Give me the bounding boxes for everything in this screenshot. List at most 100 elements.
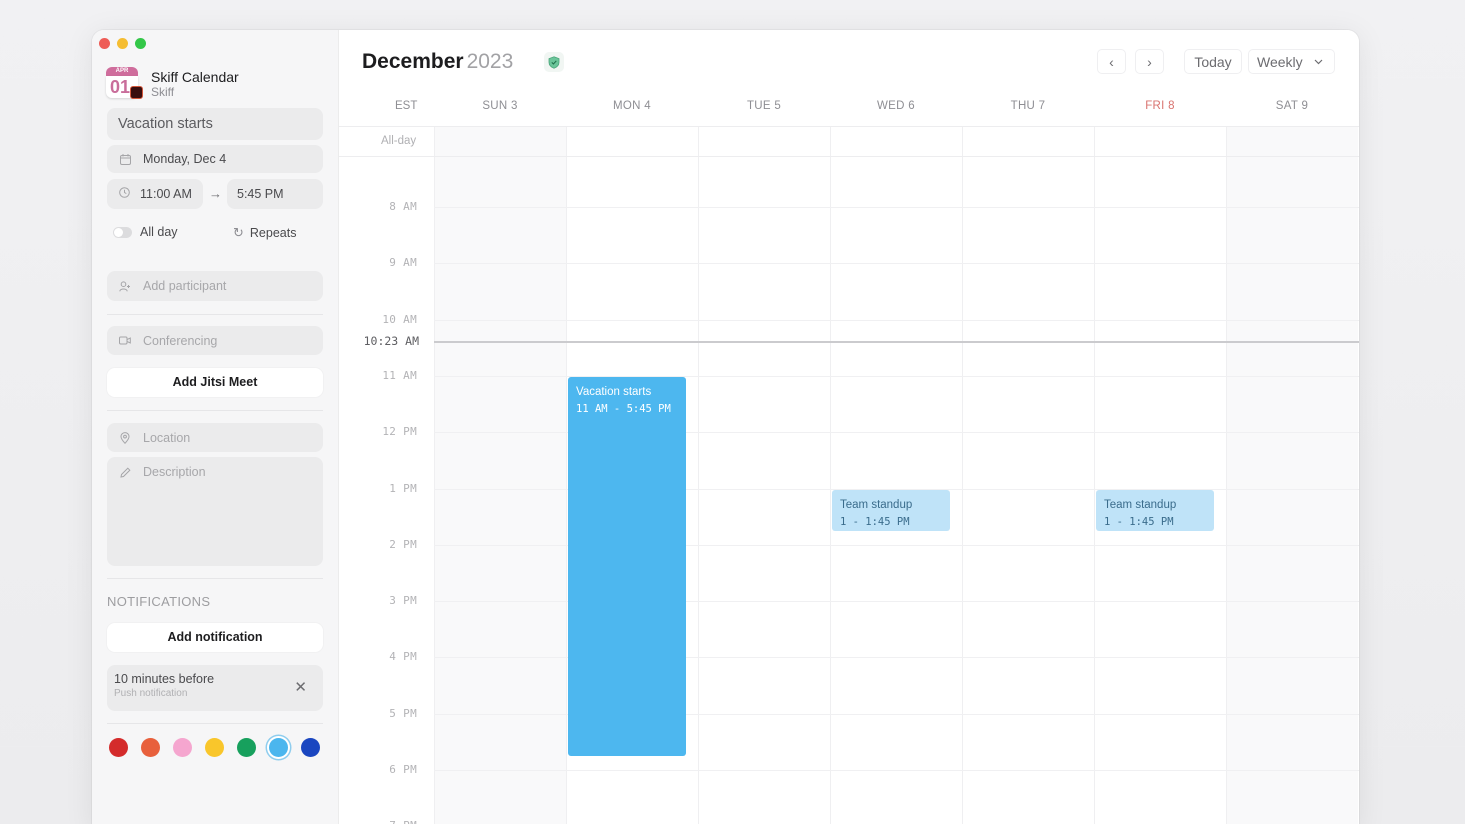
month-name: December	[362, 50, 464, 73]
event-time: 1 - 1:45 PM	[840, 515, 910, 528]
day-column[interactable]	[1094, 126, 1226, 824]
day-header[interactable]: FRI 8	[1094, 100, 1226, 112]
hour-label: 11 AM	[382, 368, 417, 382]
hour-label: 6 PM	[389, 763, 417, 776]
close-icon[interactable]: ✕	[294, 678, 307, 696]
next-week-button[interactable]: ›	[1135, 49, 1164, 74]
day-column[interactable]	[1226, 126, 1358, 824]
all-day-toggle[interactable]	[113, 226, 132, 238]
app-title: Skiff Calendar	[151, 69, 239, 85]
color-swatch[interactable]	[109, 738, 128, 757]
description-textarea[interactable]: Description	[107, 457, 323, 566]
add-jitsi-meet-button[interactable]: Add Jitsi Meet	[107, 368, 323, 397]
app-header: APR 01 Skiff Calendar Skiff	[106, 67, 239, 101]
calendar-event[interactable]: Team standup 1 - 1:45 PM	[1096, 489, 1214, 531]
all-day-divider	[339, 156, 1359, 157]
app-icon-month: APR	[106, 67, 138, 76]
day-column[interactable]	[698, 126, 830, 824]
event-time: 11 AM - 5:45 PM	[576, 402, 671, 415]
add-user-icon	[119, 280, 131, 292]
conferencing-input[interactable]: Conferencing	[107, 326, 323, 355]
location-input[interactable]: Location	[107, 423, 323, 452]
hour-label: 9 AM	[389, 256, 417, 270]
event-title-value: Vacation starts	[118, 116, 213, 132]
day-header[interactable]: WED 6	[830, 100, 962, 112]
color-swatch[interactable]	[141, 738, 160, 757]
color-swatch[interactable]	[205, 738, 224, 757]
previous-week-button[interactable]: ‹	[1097, 49, 1126, 74]
hour-label: 1 PM	[389, 481, 417, 495]
hour-label: 2 PM	[389, 537, 417, 551]
calendar-icon	[119, 153, 131, 165]
event-date-value: Monday, Dec 4	[143, 152, 227, 166]
current-time-indicator	[434, 341, 1359, 344]
day-header[interactable]: MON 4	[566, 100, 698, 112]
notification-item[interactable]: 10 minutes before Push notification ✕	[107, 665, 323, 711]
view-selector[interactable]: Weekly	[1248, 49, 1335, 74]
color-picker	[109, 738, 320, 757]
video-camera-icon	[119, 335, 131, 347]
repeats-label: Repeats	[249, 226, 297, 240]
year: 2023	[466, 50, 514, 73]
day-header[interactable]: SUN 3	[434, 100, 566, 112]
arrow-right-icon: →	[209, 186, 222, 201]
minimize-window-button[interactable]	[117, 38, 128, 49]
start-time-value: 11:00 AM	[140, 187, 192, 201]
all-day-label: All day	[140, 225, 178, 239]
app-badge-icon	[130, 86, 143, 99]
add-notification-button[interactable]: Add notification	[107, 623, 323, 652]
end-time-picker[interactable]: 5:45 PM	[227, 179, 323, 209]
location-pin-icon	[119, 431, 131, 444]
start-time-picker[interactable]: 11:00 AM	[107, 179, 203, 209]
color-swatch[interactable]	[173, 738, 192, 757]
day-header[interactable]: SAT 9	[1226, 100, 1358, 112]
day-column[interactable]	[434, 126, 566, 824]
chevron-right-icon: ›	[1147, 53, 1152, 70]
conferencing-placeholder: Conferencing	[143, 333, 218, 348]
today-button[interactable]: Today	[1184, 49, 1242, 74]
hour-label: 5 PM	[389, 706, 417, 720]
event-title: Team standup	[1104, 498, 1177, 511]
shield-icon[interactable]	[544, 52, 564, 72]
event-date-picker[interactable]: Monday, Dec 4	[107, 145, 323, 173]
calendar-event[interactable]: Vacation starts 11 AM - 5:45 PM	[568, 376, 686, 756]
app-window: APR 01 Skiff Calendar Skiff Vacation sta…	[92, 30, 1359, 824]
hour-gridline	[434, 770, 1359, 771]
color-swatch[interactable]	[269, 738, 288, 757]
description-placeholder: Description	[143, 465, 206, 479]
month-title: December 2023	[362, 50, 513, 74]
timezone-label: EST	[395, 100, 418, 112]
hour-label: 12 PM	[382, 425, 417, 439]
notification-type: Push notification	[114, 688, 188, 699]
chevron-down-icon	[1314, 57, 1323, 67]
hour-gridline	[434, 319, 1359, 321]
clock-icon	[119, 187, 130, 201]
event-title: Vacation starts	[576, 385, 652, 398]
hour-label: 4 PM	[389, 650, 417, 664]
close-window-button[interactable]	[99, 38, 110, 49]
day-column[interactable]	[962, 126, 1094, 824]
all-day-toggle-row[interactable]: All day	[113, 225, 178, 239]
window-controls	[99, 38, 146, 49]
repeat-icon: ↻	[233, 225, 244, 240]
event-editor-sidebar: APR 01 Skiff Calendar Skiff Vacation sta…	[92, 30, 339, 824]
color-swatch[interactable]	[301, 738, 320, 757]
chevron-left-icon: ‹	[1109, 53, 1114, 70]
day-column[interactable]	[830, 126, 962, 824]
hour-label: 10 AM	[382, 312, 417, 326]
end-time-value: 5:45 PM	[237, 187, 284, 201]
day-header[interactable]: THU 7	[962, 100, 1094, 112]
add-participant-input[interactable]: Add participant	[107, 271, 323, 301]
divider	[107, 410, 323, 411]
event-time: 1 - 1:45 PM	[1104, 515, 1174, 528]
hour-label: 8 AM	[389, 200, 417, 213]
event-title: Team standup	[840, 498, 913, 511]
repeats-button[interactable]: ↻ Repeats	[233, 225, 296, 241]
current-time-label: 10:23 AM	[363, 334, 419, 349]
add-participant-placeholder: Add participant	[143, 279, 227, 293]
calendar-event[interactable]: Team standup 1 - 1:45 PM	[832, 489, 950, 531]
day-header[interactable]: TUE 5	[698, 100, 830, 112]
event-title-input[interactable]: Vacation starts	[107, 108, 323, 140]
color-swatch[interactable]	[237, 738, 256, 757]
zoom-window-button[interactable]	[135, 38, 146, 49]
